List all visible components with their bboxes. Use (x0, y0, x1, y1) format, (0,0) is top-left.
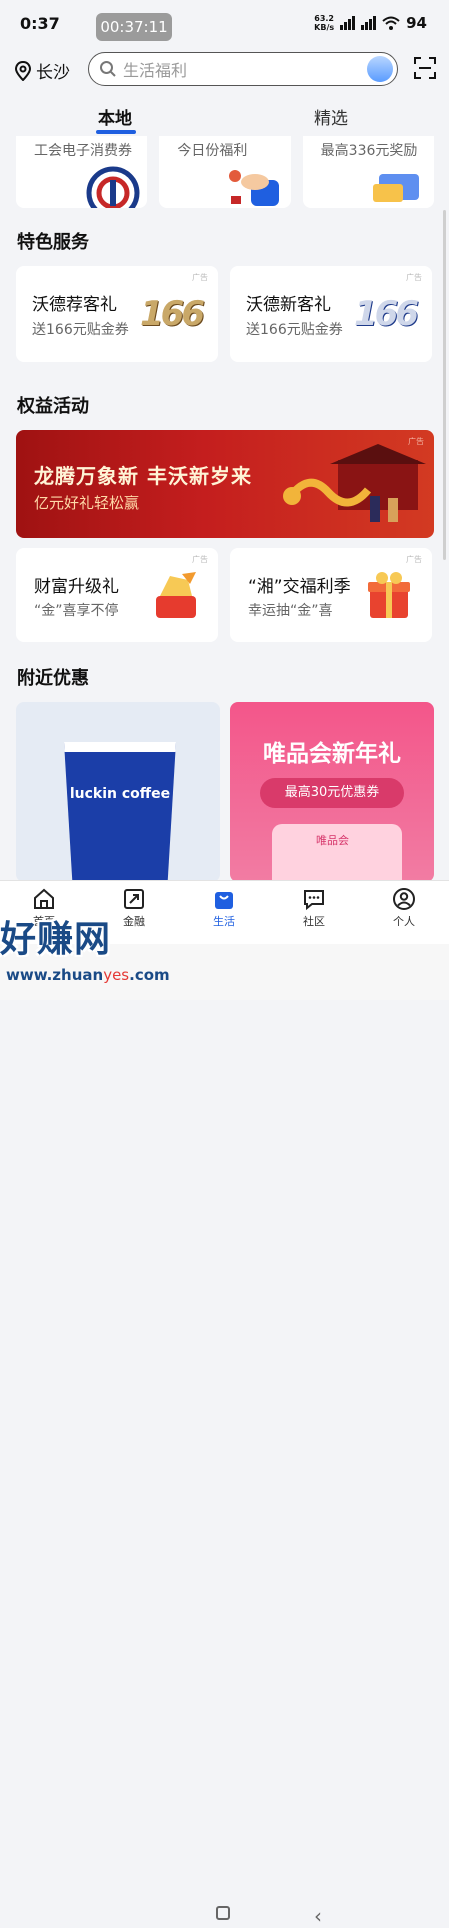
header: 长沙 生活福利 (0, 50, 449, 90)
signal-icon-2 (361, 16, 377, 30)
voice-search-icon[interactable] (367, 56, 393, 82)
max-reward-card[interactable]: 最高336元奖励 (302, 136, 434, 208)
hunan-benefit-card[interactable]: 广告 “湘”交福利季 幸运抽“金”喜 (230, 548, 432, 642)
nav-life[interactable]: 生活 (194, 887, 254, 929)
person-icon (393, 888, 415, 910)
new-year-banner[interactable]: 广告 龙腾万象新 丰沃新岁来 亿元好礼轻松赢 (16, 430, 434, 538)
network-speed: 63.2 KB/s (314, 14, 335, 32)
tab-featured[interactable]: 精选 (314, 104, 348, 129)
luckin-coffee-card[interactable]: luckin coffee (16, 702, 220, 882)
nearby-offers-title: 附近优惠 (17, 668, 89, 689)
chat-icon (304, 890, 324, 911)
screen-record-timer: 00:37:11 (96, 13, 172, 41)
referral-gift-card[interactable]: 广告 沃德荐客礼 送166元贴金券 166 (16, 266, 218, 362)
daily-benefit-card[interactable]: 今日份福利 (159, 136, 291, 208)
watermark-url: www.zhuanyes.com (6, 966, 170, 984)
card-subtitle: 送166元贴金券 (32, 322, 129, 338)
tab-bar: 本地 精选 (0, 92, 449, 136)
scan-icon[interactable] (413, 56, 437, 80)
signal-icon (340, 16, 356, 30)
banner-headline: 龙腾万象新 丰沃新岁来 (34, 464, 252, 488)
watermark-logo: 好赚网 (0, 919, 112, 960)
vip-gift-box: 唯品会 (272, 824, 402, 882)
coffee-cup-image: luckin coffee (64, 742, 176, 882)
location-pin-icon (14, 60, 32, 81)
shopping-bag-icon (215, 892, 233, 909)
nav-community[interactable]: 社区 (284, 887, 344, 929)
new-customer-gift-card[interactable]: 广告 沃德新客礼 送166元贴金券 166 (230, 266, 432, 362)
status-bar: 0:37 00:37:11 63.2 KB/s 94 (0, 0, 449, 50)
wealth-upgrade-card[interactable]: 广告 财富升级礼 “金”喜享不停 (16, 548, 218, 642)
city-label: 长沙 (36, 63, 70, 83)
tab-local[interactable]: 本地 (98, 104, 132, 129)
battery-level: 94 (406, 14, 427, 32)
card-title: “湘”交福利季 (248, 577, 351, 597)
tab-indicator (96, 130, 136, 134)
reward-card-icon (372, 174, 419, 202)
status-time: 0:37 (20, 14, 60, 33)
search-icon (100, 61, 116, 77)
vipshop-newyear-card[interactable]: 唯品会新年礼 最高30元优惠券 唯品会 (230, 702, 434, 882)
home-icon (34, 888, 54, 909)
gold-ingot-gift-icon (156, 572, 196, 618)
brand-label: luckin coffee (69, 786, 171, 802)
card-subtitle: “金”喜享不停 (34, 603, 119, 619)
home-square-icon[interactable] (216, 1906, 230, 1920)
rights-activities-title: 权益活动 (17, 396, 89, 417)
scrollbar[interactable] (443, 210, 446, 560)
status-icons: 63.2 KB/s 94 (314, 14, 427, 32)
wifi-icon (382, 16, 400, 30)
blue-166-figure: 166 (354, 294, 419, 334)
vip-title: 唯品会新年礼 (263, 741, 401, 767)
card-subtitle: 幸运抽“金”喜 (248, 603, 333, 619)
dragon-dance-illustration (283, 444, 426, 522)
back-arrow-icon[interactable]: ‹ (314, 1904, 322, 1928)
search-placeholder: 生活福利 (123, 61, 188, 80)
card-subtitle: 送166元贴金券 (246, 322, 343, 338)
card-title: 沃德新客礼 (246, 295, 331, 315)
hand-gift-icon (229, 170, 280, 206)
nav-finance[interactable]: 金融 (104, 887, 164, 929)
union-logo-icon (86, 166, 140, 208)
city-selector[interactable]: 长沙 (14, 58, 70, 83)
card-title: 沃德荐客礼 (32, 295, 117, 315)
finance-icon (124, 889, 144, 909)
gift-box-icon (368, 572, 410, 618)
banner-subline: 亿元好礼轻松赢 (34, 494, 140, 512)
gold-166-figure: 166 (140, 294, 205, 334)
special-services-title: 特色服务 (17, 232, 89, 253)
search-input[interactable]: 生活福利 (88, 52, 398, 86)
union-voucher-card[interactable]: 工会电子消费券 (16, 136, 148, 208)
vip-coupon-pill[interactable]: 最高30元优惠券 (260, 778, 404, 808)
card-title: 财富升级礼 (34, 577, 119, 597)
nav-profile[interactable]: 个人 (374, 887, 434, 929)
top-cards: 工会电子消费券 今日份福利 最高336元奖励 (16, 136, 434, 208)
